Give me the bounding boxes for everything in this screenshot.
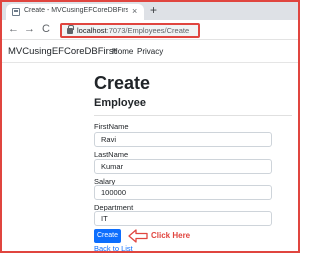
page-title: Create [94, 73, 151, 93]
app-navbar: MVCusingEFCoreDBFirst Home Privacy [2, 41, 298, 63]
click-here-annotation: Click Here [151, 231, 191, 240]
browser-toolbar: ← → C localhost:7073/Employees/Create [2, 20, 298, 40]
navbar-brand[interactable]: MVCusingEFCoreDBFirst [8, 46, 116, 57]
address-url: localhost:7073/Employees/Create [77, 26, 189, 35]
nav-link-home[interactable]: Home [112, 47, 133, 56]
lastname-input[interactable] [94, 159, 272, 174]
browser-tab-strip: Create - MVCusingEFCoreDBFirst × + [2, 2, 298, 20]
screenshot-frame: Create - MVCusingEFCoreDBFirst × + ← → C… [0, 0, 300, 253]
address-bar[interactable]: localhost:7073/Employees/Create [60, 23, 200, 38]
back-to-list-link[interactable]: Back to List [94, 244, 133, 251]
forward-arrow-icon[interactable]: → [24, 22, 35, 36]
salary-input[interactable] [94, 185, 272, 200]
new-tab-icon[interactable]: + [150, 3, 157, 17]
firstname-label: FirstName [94, 122, 129, 131]
browser-tab[interactable]: Create - MVCusingEFCoreDBFirst × [6, 4, 144, 20]
create-button[interactable]: Create [94, 229, 121, 243]
left-arrow-icon [128, 229, 148, 243]
page-favicon-icon [12, 8, 20, 16]
department-input[interactable] [94, 211, 272, 226]
url-path: :7073/Employees/Create [106, 26, 190, 35]
firstname-input[interactable] [94, 132, 272, 147]
tab-title: Create - MVCusingEFCoreDBFirst [24, 7, 128, 14]
divider [94, 115, 292, 116]
lock-icon [67, 25, 74, 34]
lastname-label: LastName [94, 150, 129, 159]
url-host: localhost [77, 26, 107, 35]
page-subtitle: Employee [94, 97, 146, 109]
tab-close-icon[interactable]: × [132, 5, 137, 17]
nav-link-privacy[interactable]: Privacy [137, 47, 163, 56]
back-arrow-icon[interactable]: ← [8, 22, 19, 36]
reload-icon[interactable]: C [42, 22, 50, 36]
